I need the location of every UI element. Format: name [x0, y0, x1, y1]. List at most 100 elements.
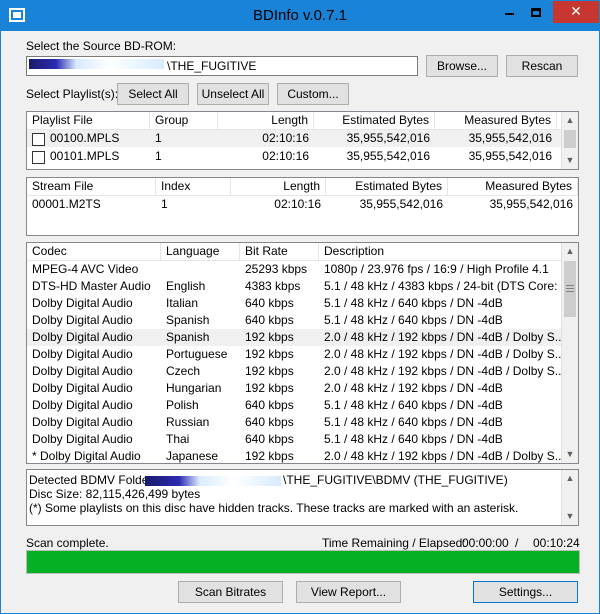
scan-bitrates-button[interactable]: Scan Bitrates: [178, 581, 283, 603]
scroll-up-arrow-icon[interactable]: ▲: [562, 470, 578, 487]
playlist-file: 00100.MPLS: [50, 131, 120, 145]
source-label: Select the Source BD-ROM:: [26, 39, 177, 53]
codec-bitrate: 640 kbps: [245, 313, 294, 327]
codec-row[interactable]: * Dolby Digital Audio Japanese 192 kbps 2.0…: [27, 448, 563, 463]
detected-folder-value: \THE_FUGITIVE\BDMV (THE_FUGITIVE): [283, 473, 508, 487]
col-index[interactable]: Index: [156, 178, 231, 196]
info-scrollbar[interactable]: ▲ ▼: [561, 470, 578, 525]
stream-row[interactable]: 00001.M2TS 1 02:10:16 35,955,542,016 35,…: [27, 196, 578, 213]
title-bar[interactable]: BDInfo v.0.7.1 ✕: [1, 1, 599, 31]
col-group[interactable]: Group: [150, 112, 218, 130]
codec-language: Portuguese: [166, 347, 228, 361]
col-language[interactable]: Language: [161, 243, 240, 261]
col-playlist-file[interactable]: Playlist File: [27, 112, 150, 130]
settings-button[interactable]: Settings...: [473, 581, 578, 603]
source-path-input[interactable]: \THE_FUGITIVE: [26, 56, 418, 76]
time-elapsed: 00:10:24: [533, 536, 580, 550]
codec-row[interactable]: Dolby Digital Audio Czech 192 kbps 2.0 / 48…: [27, 363, 563, 380]
col-measured-bytes[interactable]: Measured Bytes: [435, 112, 557, 130]
codec-description: 2.0 / 48 kHz / 192 kbps / DN -4dB / Dolb…: [324, 449, 563, 463]
codec-name: Dolby Digital Audio: [32, 398, 133, 412]
col-length[interactable]: Length: [218, 112, 314, 130]
codec-row[interactable]: Dolby Digital Audio Italian 640 kbps 5.1 / …: [27, 295, 561, 312]
redacted-path: [29, 59, 164, 69]
minimize-button[interactable]: [496, 1, 522, 23]
codec-language: Russian: [166, 415, 210, 429]
playlist-row[interactable]: 00101.MPLS 1 02:10:16 35,955,542,016 35,…: [27, 148, 561, 165]
codec-description: 2.0 / 48 kHz / 192 kbps / DN -4dB / Dolb…: [324, 330, 563, 344]
col-bit-rate[interactable]: Bit Rate: [240, 243, 319, 261]
codec-language: Czech: [166, 364, 201, 378]
maximize-button[interactable]: [523, 1, 549, 23]
scroll-thumb[interactable]: [564, 261, 576, 317]
scroll-down-arrow-icon[interactable]: ▼: [562, 508, 578, 525]
scroll-down-arrow-icon[interactable]: ▼: [562, 446, 578, 463]
codec-name: MPEG-4 AVC Video: [32, 262, 139, 276]
scroll-up-arrow-icon[interactable]: ▲: [562, 112, 578, 129]
col-length[interactable]: Length: [231, 178, 326, 196]
stream-length: 02:10:16: [274, 197, 321, 211]
codec-row[interactable]: Dolby Digital Audio Portuguese 192 kbps 2.0…: [27, 346, 563, 363]
scroll-up-arrow-icon[interactable]: ▲: [562, 243, 578, 260]
codec-row[interactable]: Dolby Digital Audio Hungarian 192 kbps 2.0 …: [27, 380, 561, 397]
codec-bitrate: 192 kbps: [245, 449, 294, 463]
time-separator: /: [515, 536, 519, 550]
stream-header: Stream File Index Length Estimated Bytes…: [27, 178, 578, 196]
codec-language: [161, 261, 240, 278]
close-button[interactable]: ✕: [553, 1, 599, 23]
codec-row[interactable]: Dolby Digital Audio Polish 640 kbps 5.1 / 4…: [27, 397, 561, 414]
custom-button[interactable]: Custom...: [277, 83, 349, 105]
codec-description: 2.0 / 48 kHz / 192 kbps / DN -4dB / Dolb…: [324, 364, 563, 378]
codec-row[interactable]: Dolby Digital Audio Russian 640 kbps 5.1 / …: [27, 414, 561, 431]
codec-description: 5.1 / 48 kHz / 640 kbps / DN -4dB: [324, 398, 503, 412]
browse-button[interactable]: Browse...: [426, 55, 498, 77]
col-description[interactable]: Description: [319, 243, 563, 261]
codec-description: 5.1 / 48 kHz / 640 kbps / DN -4dB: [324, 296, 503, 310]
col-estimated-bytes[interactable]: Estimated Bytes: [314, 112, 435, 130]
codec-name: Dolby Digital Audio: [32, 364, 133, 378]
playlist-list[interactable]: Playlist File Group Length Estimated Byt…: [26, 111, 579, 170]
codec-list[interactable]: Codec Language Bit Rate Description MPEG…: [26, 242, 579, 464]
codec-bitrate: 640 kbps: [245, 432, 294, 446]
codec-row[interactable]: Dolby Digital Audio Spanish 192 kbps 2.0 / …: [27, 329, 563, 346]
codec-row[interactable]: DTS-HD Master Audio English 4383 kbps 5.1 /…: [27, 278, 563, 295]
stream-measured: 35,955,542,016: [489, 197, 573, 211]
codec-scrollbar[interactable]: ▲ ▼: [561, 243, 578, 463]
view-report-button[interactable]: View Report...: [296, 581, 401, 603]
col-estimated-bytes[interactable]: Estimated Bytes: [326, 178, 448, 196]
unselect-all-button[interactable]: Unselect All: [197, 83, 269, 105]
playlist-checkbox[interactable]: [32, 133, 45, 146]
rescan-button[interactable]: Rescan: [506, 55, 578, 77]
playlist-group: 1: [155, 149, 162, 163]
info-box[interactable]: Detected BDMV Folder: \THE_FUGITIVE\BDMV…: [26, 469, 579, 526]
scroll-down-arrow-icon[interactable]: ▼: [562, 152, 578, 169]
codec-bitrate: 4383 kbps: [245, 279, 301, 293]
codec-language: Polish: [166, 398, 199, 412]
codec-bitrate: 640 kbps: [245, 415, 294, 429]
codec-name: Dolby Digital Audio: [32, 296, 133, 310]
stream-list[interactable]: Stream File Index Length Estimated Bytes…: [26, 177, 579, 236]
codec-description: 1080p / 23.976 fps / 16:9 / High Profile…: [324, 262, 549, 276]
codec-description: 5.1 / 48 kHz / 640 kbps / DN -4dB: [324, 432, 503, 446]
codec-description: 2.0 / 48 kHz / 192 kbps / DN -4dB / Dolb…: [324, 347, 563, 361]
codec-language: English: [166, 279, 206, 293]
close-icon: ✕: [570, 3, 582, 19]
codec-row[interactable]: MPEG-4 AVC Video 25293 kbps 1080p / 23.976…: [27, 261, 561, 278]
codec-row[interactable]: Dolby Digital Audio Spanish 640 kbps 5.1 / …: [27, 312, 561, 329]
codec-language: Hungarian: [166, 381, 222, 395]
playlist-checkbox[interactable]: [32, 151, 45, 164]
minimize-icon: [504, 13, 514, 16]
codec-row[interactable]: Dolby Digital Audio Thai 640 kbps 5.1 / 48 …: [27, 431, 561, 448]
playlist-scrollbar[interactable]: ▲ ▼: [561, 112, 578, 169]
codec-description: 2.0 / 48 kHz / 192 kbps / DN -4dB: [324, 381, 503, 395]
col-stream-file[interactable]: Stream File: [27, 178, 156, 196]
scroll-thumb[interactable]: [564, 130, 576, 148]
select-all-button[interactable]: Select All: [117, 83, 189, 105]
codec-name: Dolby Digital Audio: [32, 432, 133, 446]
col-codec[interactable]: Codec: [27, 243, 161, 261]
codec-name: Dolby Digital Audio: [32, 313, 133, 327]
col-measured-bytes[interactable]: Measured Bytes: [448, 178, 578, 196]
codec-bitrate: 640 kbps: [245, 296, 294, 310]
playlist-row[interactable]: 00100.MPLS 1 02:10:16 35,955,542,016 35,…: [27, 130, 561, 147]
playlist-measured: 35,955,542,016: [468, 131, 552, 145]
